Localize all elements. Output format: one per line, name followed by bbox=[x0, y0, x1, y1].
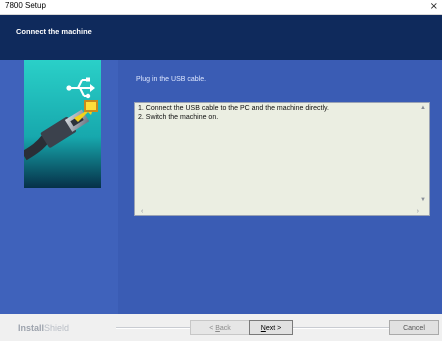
plug-in-label: Plug in the USB cable. bbox=[136, 76, 207, 83]
cancel-button[interactable]: Cancel bbox=[389, 320, 439, 335]
scroll-left-icon[interactable]: ‹ bbox=[141, 208, 143, 215]
window-title: 7800 Setup bbox=[5, 1, 46, 10]
usb-cable-icon bbox=[24, 60, 101, 188]
scroll-up-icon[interactable]: ▲ bbox=[420, 105, 426, 111]
brand-part1: Install bbox=[18, 323, 45, 333]
back-button[interactable]: < Back bbox=[190, 320, 250, 335]
footer-bar: InstallShield < Back Next > Cancel bbox=[0, 314, 442, 341]
installshield-logo: InstallShield bbox=[18, 323, 69, 333]
instruction-line: 2. Switch the machine on. bbox=[138, 114, 219, 121]
brand-part2: Shield bbox=[44, 323, 70, 333]
instructions-textbox[interactable]: 1. Connect the USB cable to the PC and t… bbox=[134, 102, 430, 216]
title-bar: 7800 Setup × bbox=[0, 0, 442, 15]
scroll-right-icon[interactable]: › bbox=[417, 208, 419, 215]
setup-window: 7800 Setup × Connect the machine Plug in… bbox=[0, 0, 442, 341]
header-banner: Connect the machine bbox=[0, 15, 442, 60]
page-title: Connect the machine bbox=[16, 27, 92, 36]
instruction-line: 1. Connect the USB cable to the PC and t… bbox=[138, 105, 329, 112]
next-button[interactable]: Next > bbox=[249, 320, 293, 335]
close-icon[interactable]: × bbox=[430, 0, 438, 14]
back-rest: ack bbox=[219, 325, 231, 332]
scroll-down-icon[interactable]: ▼ bbox=[420, 197, 426, 203]
next-rest: ext > bbox=[265, 325, 282, 332]
